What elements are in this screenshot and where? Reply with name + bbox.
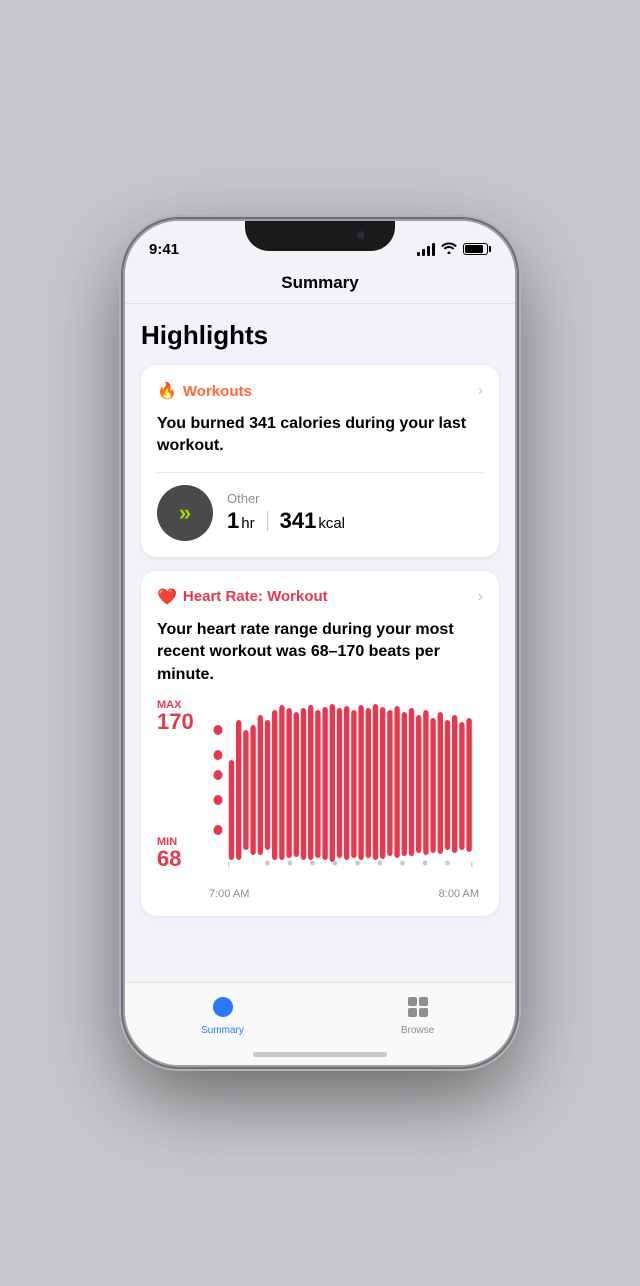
heart-rate-description: Your heart rate range during your most r…	[157, 619, 483, 686]
chart-area	[209, 700, 479, 870]
chart-time-labels: 7:00 AM 8:00 AM	[209, 888, 479, 900]
stat-divider	[267, 511, 268, 531]
workout-type-label: Other	[227, 491, 345, 506]
heart-rate-chart: MAX 170 MIN 68	[157, 700, 483, 900]
home-indicator	[253, 1052, 387, 1057]
heart-rate-header-left: ❤️ Heart Rate: Workout	[157, 587, 328, 607]
workouts-description: You burned 341 calories during your last…	[157, 413, 483, 458]
main-content[interactable]: Highlights 🔥 Workouts › You burned 341 c…	[125, 304, 515, 982]
highlights-title: Highlights	[141, 320, 499, 351]
workouts-card[interactable]: 🔥 Workouts › You burned 341 calories dur…	[141, 365, 499, 557]
chart-min-label: MIN 68	[157, 837, 181, 870]
battery-icon	[463, 243, 491, 255]
browse-tab-icon	[404, 993, 432, 1021]
chart-max-label: MAX 170	[157, 700, 194, 733]
heart-rate-chevron-icon: ›	[478, 588, 483, 606]
tab-summary[interactable]: Summary	[125, 993, 320, 1036]
workout-details: Other 1 hr 341 kcal	[227, 491, 345, 534]
workouts-chevron-icon: ›	[478, 382, 483, 400]
workout-type-icon: »	[157, 485, 213, 541]
notch	[245, 221, 395, 251]
heart-rate-card[interactable]: ❤️ Heart Rate: Workout › Your heart rate…	[141, 571, 499, 916]
double-arrow-icon: »	[179, 502, 191, 524]
flame-icon: 🔥	[157, 381, 177, 401]
duration-unit: hr	[241, 515, 254, 532]
chart-time-start: 7:00 AM	[209, 888, 249, 900]
workout-calories: 341 kcal	[280, 508, 345, 534]
browse-tab-label: Browse	[401, 1025, 434, 1036]
front-camera	[355, 229, 367, 241]
status-time: 9:41	[149, 241, 179, 258]
tab-browse[interactable]: Browse	[320, 993, 515, 1036]
calories-unit: kcal	[318, 515, 345, 532]
heart-icon: ❤️	[157, 587, 177, 607]
workouts-divider	[157, 472, 483, 473]
workouts-card-header: 🔥 Workouts ›	[157, 381, 483, 401]
summary-tab-icon	[209, 993, 237, 1021]
heart-rate-card-header: ❤️ Heart Rate: Workout ›	[157, 587, 483, 607]
chart-time-end: 8:00 AM	[439, 888, 479, 900]
heart-rate-card-title: Heart Rate: Workout	[183, 588, 328, 605]
nav-title: Summary	[125, 265, 515, 304]
phone-frame: 9:41 Summ	[125, 221, 515, 1065]
workouts-card-title: Workouts	[183, 383, 252, 400]
workouts-card-header-left: 🔥 Workouts	[157, 381, 252, 401]
workout-stats: » Other 1 hr 341 kcal	[157, 485, 483, 541]
status-icons	[417, 242, 491, 257]
signal-icon	[417, 243, 435, 256]
wifi-icon	[441, 242, 457, 257]
summary-tab-label: Summary	[201, 1025, 244, 1036]
workout-values: 1 hr 341 kcal	[227, 508, 345, 534]
duration-number: 1	[227, 508, 239, 534]
calories-number: 341	[280, 508, 317, 534]
workout-duration: 1 hr	[227, 508, 255, 534]
